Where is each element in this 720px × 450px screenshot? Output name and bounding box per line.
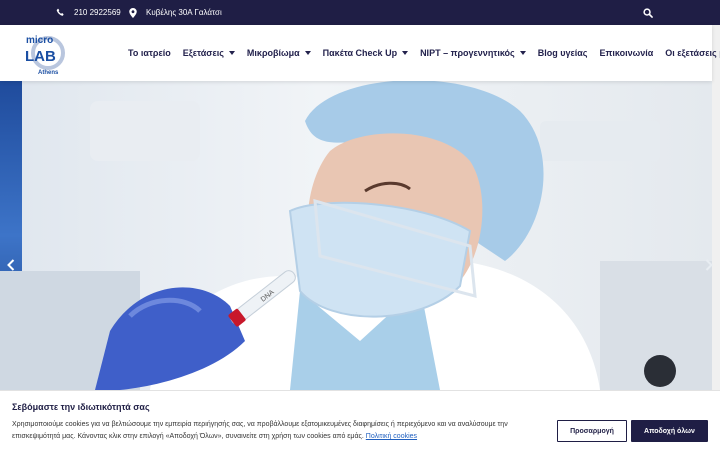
logo-micro: micro xyxy=(26,35,53,46)
phone-number[interactable]: 210 2922569 xyxy=(74,8,121,17)
caret-down-icon[interactable] xyxy=(304,51,311,55)
caret-down-icon[interactable] xyxy=(228,51,235,55)
slider-next-button[interactable] xyxy=(702,248,716,282)
topbar-address[interactable]: Κυβέλης 30Α Γαλάτσι xyxy=(129,0,222,25)
hero-image: DNA xyxy=(0,81,712,390)
nav-label[interactable]: Επικοινωνία xyxy=(599,48,653,58)
cookie-description: Χρησιμοποιούμε cookies για να βελτιώσουμ… xyxy=(12,419,547,443)
cookie-customize-button[interactable]: Προσαρμογή xyxy=(557,420,627,442)
cookie-policy-link[interactable]: Πολιτική cookies xyxy=(366,433,417,440)
chevron-left-icon[interactable] xyxy=(7,259,15,271)
nav-item-clinic[interactable]: Το ιατρείο xyxy=(128,48,171,58)
slider-prev-button[interactable] xyxy=(4,248,18,282)
logo-lab: LAB xyxy=(25,48,56,65)
nav-item-checkup-packages[interactable]: Πακέτα Check Up xyxy=(323,48,409,58)
nav-item-contact[interactable]: Επικοινωνία xyxy=(599,48,653,58)
search-icon[interactable] xyxy=(643,7,653,18)
chevron-right-icon[interactable] xyxy=(705,259,713,271)
nav-label[interactable]: Οι εξετάσεις μου xyxy=(665,48,720,58)
nav-label[interactable]: Μικροβίωμα xyxy=(247,48,300,58)
logo-athens: Athens xyxy=(38,70,59,76)
nav-label[interactable]: Το ιατρείο xyxy=(128,48,171,58)
phone-icon xyxy=(56,8,64,16)
nav-item-microbiome[interactable]: Μικροβίωμα xyxy=(247,48,311,58)
top-bar: 210 2922569 Κυβέλης 30Α Γαλάτσι xyxy=(0,0,720,25)
nav-label[interactable]: NIPT – προγεννητικός xyxy=(420,48,515,58)
nav-label[interactable]: Blog υγείας xyxy=(538,48,588,58)
nav-item-nipt[interactable]: NIPT – προγεννητικός xyxy=(420,48,526,58)
hero-slider: DNA xyxy=(0,81,712,390)
map-marker-icon xyxy=(129,7,137,18)
caret-down-icon[interactable] xyxy=(402,51,409,55)
search-button[interactable] xyxy=(643,0,653,25)
site-header: micro LAB Athens Το ιατρείο Εξετάσεις Μι… xyxy=(0,25,720,81)
cookie-title: Σεβόμαστε την ιδιωτικότητά σας xyxy=(12,402,150,412)
nav-item-blog[interactable]: Blog υγείας xyxy=(538,48,588,58)
cookie-accept-all-button[interactable]: Αποδοχή όλων xyxy=(631,420,708,442)
nav-item-my-exams[interactable]: Οι εξετάσεις μου xyxy=(665,48,720,58)
main-nav: Το ιατρείο Εξετάσεις Μικροβίωμα Πακέτα C… xyxy=(122,25,720,81)
nav-label[interactable]: Εξετάσεις xyxy=(183,48,224,58)
nav-item-exams[interactable]: Εξετάσεις xyxy=(183,48,235,58)
microlab-logo[interactable]: micro LAB Athens xyxy=(24,30,66,76)
nav-label[interactable]: Πακέτα Check Up xyxy=(323,48,397,58)
topbar-phone[interactable]: 210 2922569 xyxy=(56,0,121,25)
cookie-text: Χρησιμοποιούμε cookies για να βελτιώσουμ… xyxy=(12,421,508,440)
cookie-banner: Σεβόμαστε την ιδιωτικότητά σας Χρησιμοπο… xyxy=(0,390,720,450)
address-text[interactable]: Κυβέλης 30Α Γαλάτσι xyxy=(146,8,222,17)
caret-down-icon[interactable] xyxy=(519,51,526,55)
